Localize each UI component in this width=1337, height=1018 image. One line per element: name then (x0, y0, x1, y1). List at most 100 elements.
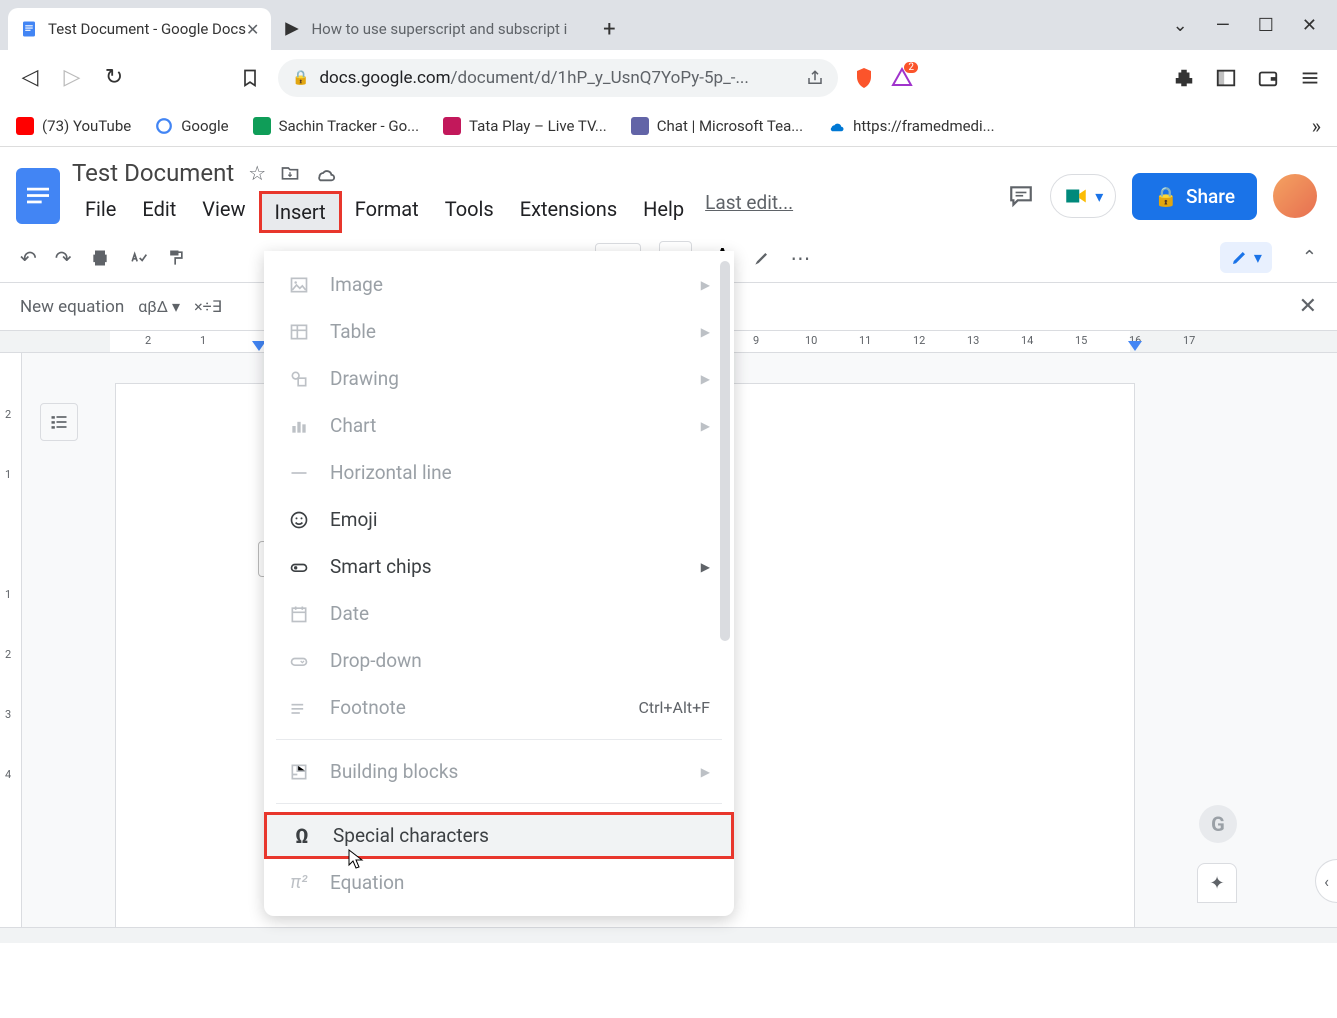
sidebar-icon[interactable] (1215, 67, 1237, 89)
menu-insert[interactable]: Insert (259, 191, 342, 233)
bookmark-icon[interactable] (236, 64, 264, 92)
horizontal-scrollbar[interactable] (0, 927, 1337, 943)
comment-history-icon[interactable] (1008, 183, 1034, 209)
share-url-icon[interactable] (806, 69, 824, 87)
chevron-down-icon: ▾ (1095, 187, 1103, 206)
tab-title: Test Document - Google Docs (48, 20, 246, 38)
docs-header: Test Document ☆ File Edit View Insert Fo… (0, 147, 1337, 233)
menu-edit[interactable]: Edit (129, 191, 189, 233)
browser-tab-active[interactable]: Test Document - Google Docs ✕ (8, 8, 271, 50)
url-input[interactable]: 🔒 docs.google.com/document/d/1hP_y_UsnQ7… (278, 59, 838, 97)
bookmarks-overflow-icon[interactable]: » (1312, 114, 1321, 138)
menu-format[interactable]: Format (342, 191, 432, 233)
submenu-arrow-icon: ▶ (701, 560, 710, 574)
drawing-icon (288, 368, 310, 390)
insert-menu-dropdown: Image▶ Table▶ Drawing▶ Chart▶ Horizontal… (264, 251, 734, 916)
grammarly-icon[interactable]: G (1199, 805, 1237, 843)
teams-icon (631, 117, 649, 135)
insert-image[interactable]: Image▶ (264, 261, 734, 308)
meet-button[interactable]: ▾ (1050, 174, 1116, 218)
insert-drawing[interactable]: Drawing▶ (264, 355, 734, 402)
menu-help[interactable]: Help (630, 191, 697, 233)
forward-button[interactable]: ▷ (58, 64, 86, 92)
browser-tab-inactive[interactable]: How to use superscript and subscript i (271, 8, 579, 50)
operators-button[interactable]: ×÷∃ (194, 297, 222, 316)
star-icon[interactable]: ☆ (248, 161, 266, 185)
close-equation-toolbar-icon[interactable]: ✕ (1299, 294, 1317, 319)
greek-letters-button[interactable]: αβΔ ▾ (138, 297, 180, 316)
side-panel-toggle[interactable]: ‹ (1315, 859, 1337, 903)
submenu-arrow-icon: ▶ (701, 765, 710, 779)
undo-icon[interactable]: ↶ (20, 246, 37, 270)
insert-date[interactable]: Date (264, 590, 734, 637)
last-edit-link[interactable]: Last edit... (705, 191, 793, 233)
menu-tools[interactable]: Tools (432, 191, 507, 233)
show-outline-button[interactable] (40, 403, 78, 441)
insert-building-blocks[interactable]: Building blocks▶ (264, 748, 734, 795)
menu-extensions[interactable]: Extensions (507, 191, 630, 233)
extensions-icon[interactable] (1173, 67, 1195, 89)
mouse-cursor-icon (347, 848, 365, 870)
insert-smart-chips[interactable]: Smart chips▶ (264, 543, 734, 590)
submenu-arrow-icon: ▶ (701, 278, 710, 292)
cloud-status-icon[interactable] (314, 162, 336, 184)
vertical-ruler[interactable]: 2 1 1 2 3 4 (0, 353, 22, 943)
move-icon[interactable] (280, 163, 300, 183)
menu-view[interactable]: View (189, 191, 258, 233)
bookmark-teams[interactable]: Chat | Microsoft Tea... (631, 117, 803, 135)
hide-menus-icon[interactable]: ⌃ (1302, 247, 1317, 268)
account-avatar[interactable] (1273, 174, 1317, 218)
insert-footnote[interactable]: FootnoteCtrl+Alt+F (264, 684, 734, 731)
print-icon[interactable] (90, 248, 110, 268)
lock-icon: 🔒 (1154, 185, 1178, 208)
editing-mode-button[interactable]: ▾ (1220, 242, 1272, 273)
explore-button[interactable]: ✦ (1197, 863, 1237, 903)
maximize-icon[interactable]: ☐ (1258, 15, 1274, 36)
insert-emoji[interactable]: Emoji (264, 496, 734, 543)
site-favicon-icon (283, 20, 301, 38)
more-tools-icon[interactable]: ⋯ (790, 246, 810, 270)
insert-chart[interactable]: Chart▶ (264, 402, 734, 449)
close-tab-icon[interactable]: ✕ (246, 20, 259, 39)
footnote-icon (288, 697, 310, 719)
spellcheck-icon[interactable] (128, 248, 148, 268)
tab-bar: Test Document - Google Docs ✕ How to use… (0, 0, 1337, 50)
close-window-icon[interactable]: ✕ (1302, 15, 1317, 36)
insert-dropdown[interactable]: Drop-down (264, 637, 734, 684)
new-tab-button[interactable]: + (591, 11, 627, 47)
insert-horizontal-line[interactable]: Horizontal line (264, 449, 734, 496)
new-equation-label[interactable]: New equation (20, 297, 124, 317)
minimize-icon[interactable]: — (1216, 15, 1230, 36)
dropdown-scrollbar[interactable] (720, 261, 730, 641)
back-button[interactable]: ◁ (16, 64, 44, 92)
document-title[interactable]: Test Document (72, 159, 234, 187)
bookmark-google[interactable]: Google (155, 117, 228, 135)
insert-table[interactable]: Table▶ (264, 308, 734, 355)
bookmark-tataplay[interactable]: Tata Play – Live TV... (443, 117, 607, 135)
brave-rewards-icon[interactable]: 2 (890, 66, 914, 90)
url-path: /document/d/1hP_y_UsnQ7YoPy-5p_-... (451, 68, 749, 88)
menu-icon[interactable] (1299, 67, 1321, 89)
menu-file[interactable]: File (72, 191, 129, 233)
insert-special-characters[interactable]: ΩSpecial characters (264, 812, 734, 859)
redo-icon[interactable]: ↷ (55, 246, 72, 270)
docs-logo-icon[interactable] (16, 168, 60, 224)
chip-icon (288, 556, 310, 578)
bookmark-sheets[interactable]: Sachin Tracker - Go... (253, 117, 419, 135)
blocks-icon (288, 761, 310, 783)
insert-equation[interactable]: π²Equation (264, 859, 734, 906)
lock-icon: 🔒 (292, 70, 309, 86)
google-icon (155, 117, 173, 135)
chevron-down-icon[interactable]: ⌄ (1173, 15, 1188, 36)
bookmarks-bar: (73) YouTube Google Sachin Tracker - Go.… (0, 105, 1337, 147)
wallet-icon[interactable] (1257, 67, 1279, 89)
bookmark-youtube[interactable]: (73) YouTube (16, 117, 131, 135)
indent-marker-right-icon[interactable] (1128, 341, 1142, 351)
brave-shields-icon[interactable] (852, 66, 876, 90)
highlight-icon[interactable] (752, 248, 772, 268)
omega-icon: Ω (291, 825, 313, 847)
share-button[interactable]: 🔒 Share (1132, 173, 1257, 220)
paint-format-icon[interactable] (166, 248, 186, 268)
reload-button[interactable]: ↻ (100, 64, 128, 92)
bookmark-onedrive[interactable]: https://framedmedi... (827, 117, 994, 135)
